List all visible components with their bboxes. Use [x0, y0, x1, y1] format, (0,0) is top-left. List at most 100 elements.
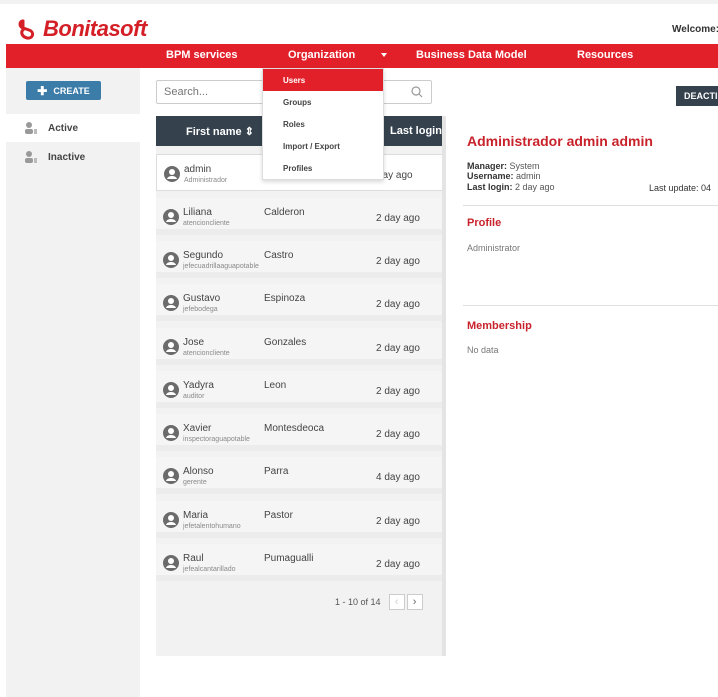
user-title: Administrador admin admin [467, 133, 653, 149]
table-row[interactable]: Segundo jefecuadrillaaguapotable Castro 2 d… [156, 241, 446, 278]
user-icon [25, 122, 37, 134]
username: inspectoraguapotable [183, 436, 250, 443]
last-login: 2 day ago [376, 429, 420, 440]
last-name: Gonzales [264, 337, 307, 348]
nav-bpm-services[interactable]: BPM services [166, 49, 238, 61]
nav-resources[interactable]: Resources [577, 49, 633, 61]
sidebar-item-active[interactable]: Active [6, 114, 140, 142]
last-login: 2 day ago [376, 256, 420, 267]
menu-item-roles[interactable]: Roles [263, 113, 383, 135]
first-name: Alonso [183, 466, 214, 477]
menu-item-users[interactable]: Users [263, 69, 383, 91]
chevron-right-icon[interactable]: › [406, 594, 423, 610]
avatar-icon [163, 512, 179, 528]
username: Administrador [184, 177, 228, 184]
pagination-text: 1 - 10 of 14 [335, 597, 381, 607]
avatar-icon [163, 252, 179, 268]
username: jefebodega [183, 306, 218, 313]
first-name: Liliana [183, 207, 212, 218]
nav-organization[interactable]: Organization [288, 49, 355, 61]
last-name: Pumagualli [264, 553, 314, 564]
membership-value: No data [467, 345, 499, 355]
create-button[interactable]: ✚ CREATE [26, 81, 101, 100]
main-nav: BPM services Organization Business Data … [6, 44, 718, 68]
last-name: Parra [264, 466, 289, 477]
table-row[interactable]: Gustavo jefebodega Espinoza 2 day ago [156, 284, 446, 321]
chevron-down-icon[interactable] [381, 53, 387, 57]
last-name: Montesdeoca [264, 423, 325, 434]
username: jefealcantarillado [183, 566, 236, 573]
last-login: 2 day ago [376, 343, 420, 354]
sidebar-item-label: Inactive [48, 151, 86, 163]
logo[interactable]: Bonitasoft [17, 16, 147, 42]
profile-title: Profile [467, 217, 502, 229]
username: auditor [183, 393, 205, 400]
first-name: admin [184, 164, 212, 175]
avatar-icon [163, 209, 179, 225]
app-header: Bonitasoft Welcome: [0, 0, 718, 44]
avatar-icon [163, 339, 179, 355]
last-login: 4 day ago [376, 472, 420, 483]
organization-dropdown: Users Groups Roles Import / Export Profi… [262, 68, 384, 180]
avatar-icon [163, 555, 179, 571]
username: atencioncliente [183, 350, 230, 357]
chevron-left-icon[interactable]: ‹ [388, 594, 405, 610]
table-row[interactable]: Yadyra auditor Leon 2 day ago [156, 371, 446, 408]
divider [463, 305, 718, 306]
last-name: Castro [264, 250, 294, 261]
avatar-icon [163, 295, 179, 311]
table-row[interactable]: Liliana atencioncliente Calderon 2 day ago [156, 198, 446, 235]
table-row[interactable]: Jose atencioncliente Gonzales 2 day ago [156, 328, 446, 365]
last-login: 2 day ago [376, 516, 420, 527]
membership-title: Membership [467, 320, 532, 332]
bonitasoft-logo-icon [18, 19, 35, 40]
pagination: 1 - 10 of 14 ‹ › [335, 594, 423, 610]
first-name: Yadyra [183, 380, 214, 391]
profile-value: Administrator [467, 243, 521, 253]
table-row[interactable]: Xavier inspectoraguapotable Montesdeoca 2 d… [156, 414, 446, 451]
sidebar-item-label: Active [48, 122, 79, 134]
column-last-login[interactable]: Last login [390, 125, 442, 137]
user-icon [25, 151, 37, 163]
first-name: Gustavo [183, 293, 221, 304]
first-name: Jose [183, 337, 205, 348]
details-panel [446, 116, 718, 656]
create-label: CREATE [53, 85, 90, 96]
column-first-name[interactable]: First name ⇕ [186, 125, 254, 138]
username: jefetalentohumano [183, 523, 241, 530]
last-name: Espinoza [264, 293, 306, 304]
divider [463, 205, 718, 206]
last-update: Last update: 04 [649, 183, 712, 193]
last-login: 2 day ago [376, 386, 420, 397]
table-row[interactable]: Maria jefetalentohumano Pastor 2 day ago [156, 501, 446, 538]
manager-meta: Manager: System [467, 161, 540, 171]
plus-icon: ✚ [37, 83, 48, 98]
username: jefecuadrillaaguapotable [183, 263, 259, 270]
first-name: Raul [183, 553, 204, 564]
first-name: Xavier [183, 423, 212, 434]
menu-item-groups[interactable]: Groups [263, 91, 383, 113]
last-name: Pastor [264, 510, 293, 521]
username: gerente [183, 479, 207, 486]
search-icon[interactable] [411, 86, 423, 98]
avatar-icon [163, 425, 179, 441]
sort-icon[interactable]: ⇕ [245, 126, 254, 138]
deactivate-button[interactable]: DEACTI [676, 86, 718, 106]
last-name: Calderon [264, 207, 305, 218]
last-login: 2 day ago [376, 299, 420, 310]
menu-item-import-export[interactable]: Import / Export [263, 135, 383, 157]
username-meta: Username: admin [467, 171, 541, 181]
avatar-icon [164, 166, 180, 182]
last-login: 2 day ago [376, 559, 420, 570]
nav-business-data-model[interactable]: Business Data Model [416, 49, 527, 61]
welcome-text: Welcome: [672, 24, 718, 35]
menu-item-profiles[interactable]: Profiles [263, 157, 383, 179]
avatar-icon [163, 382, 179, 398]
sidebar-item-inactive[interactable]: Inactive [6, 143, 140, 171]
username: atencioncliente [183, 220, 230, 227]
last-login-meta: Last login: 2 day ago [467, 182, 555, 192]
last-login: 2 day ago [376, 213, 420, 224]
table-row[interactable]: Raul jefealcantarillado Pumagualli 2 day ag… [156, 544, 446, 581]
table-row[interactable]: Alonso gerente Parra 4 day ago [156, 457, 446, 494]
first-name: Segundo [183, 250, 224, 261]
